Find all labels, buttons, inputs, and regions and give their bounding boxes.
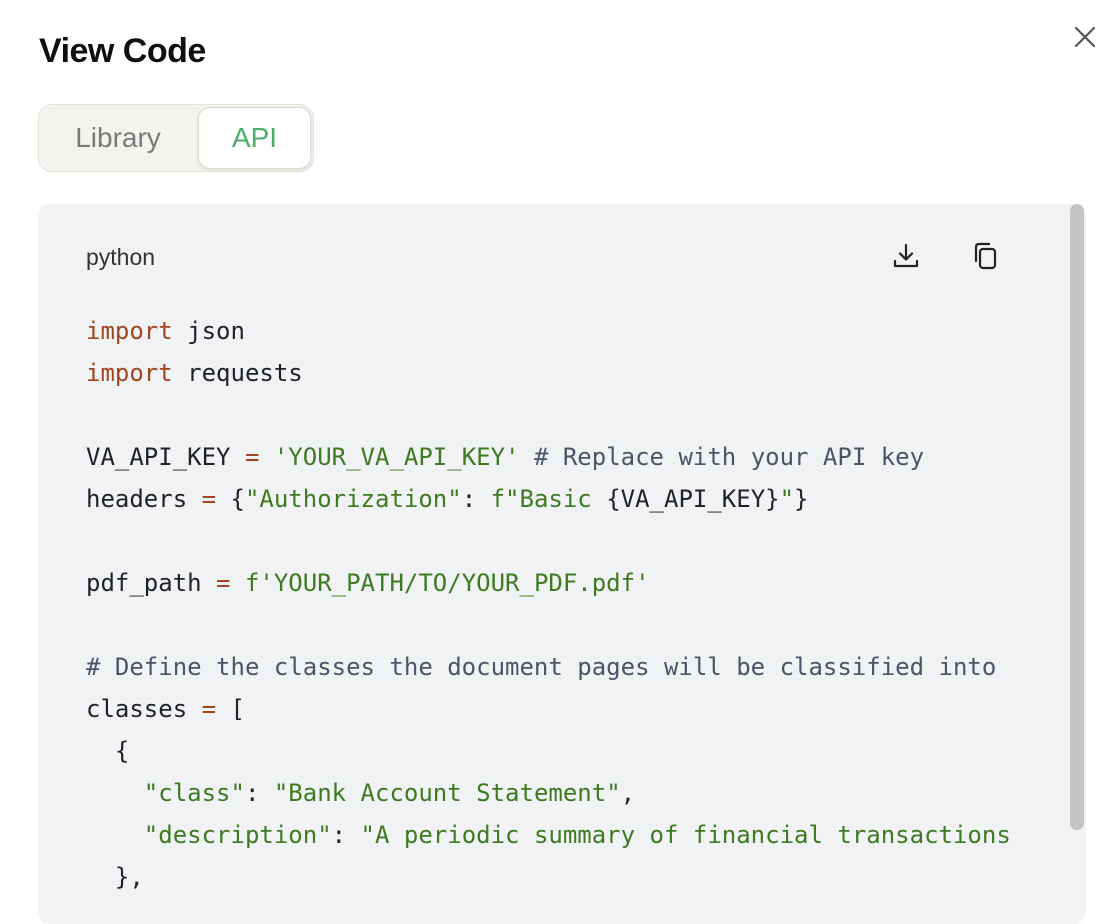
code-line: # Define the classes the document pages … bbox=[86, 653, 997, 681]
tab-library[interactable]: Library bbox=[39, 105, 197, 171]
copy-icon[interactable] bbox=[970, 240, 1002, 272]
scrollbar-thumb[interactable] bbox=[1070, 204, 1084, 830]
dialog-title: View Code bbox=[39, 32, 206, 70]
tab-switcher: Library API bbox=[38, 104, 314, 172]
tab-api[interactable]: API bbox=[198, 107, 311, 169]
code-panel: python import json import requests VA_API_… bbox=[38, 204, 1086, 924]
code-line: import json bbox=[86, 317, 245, 345]
code-line: "description": "A periodic summary of fi… bbox=[143, 821, 1011, 849]
code-line: }, bbox=[86, 863, 144, 891]
code-line: VA_API_KEY = 'YOUR_VA_API_KEY' # Replace… bbox=[86, 443, 925, 471]
code-line: "class": "Bank Account Statement", bbox=[143, 779, 636, 807]
code-line: classes = [ bbox=[86, 695, 245, 723]
code-line: headers = {"Authorization": f"Basic {VA_… bbox=[86, 485, 809, 513]
code-line: pdf_path = f'YOUR_PATH/TO/YOUR_PDF.pdf' bbox=[86, 569, 650, 597]
language-label: python bbox=[86, 244, 156, 270]
close-icon[interactable] bbox=[1071, 23, 1099, 51]
download-icon[interactable] bbox=[890, 240, 922, 272]
code-line: { bbox=[86, 737, 130, 765]
code-content: import json import requests VA_API_KEY = '… bbox=[86, 310, 1011, 898]
code-line: import requests bbox=[86, 359, 303, 387]
